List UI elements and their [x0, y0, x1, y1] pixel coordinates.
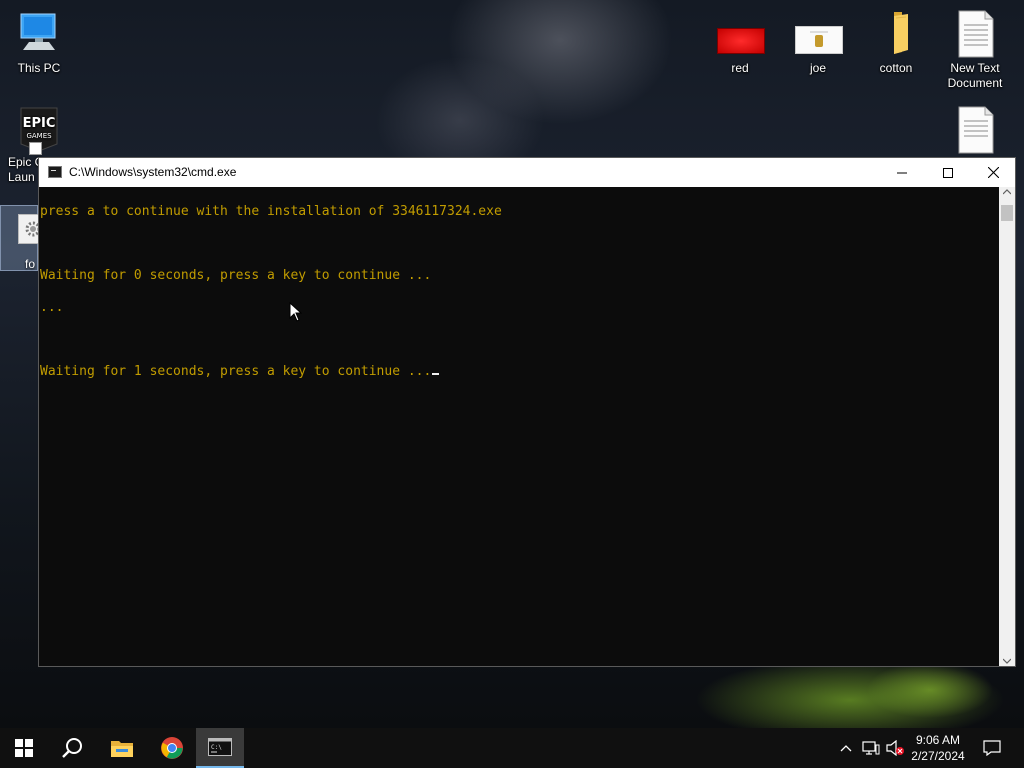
desktop-icon-selected[interactable]: fo [0, 205, 42, 271]
console-line: press a to continue with the installatio… [40, 204, 502, 219]
desktop-icon-label: cotton [879, 61, 913, 75]
scroll-down-icon[interactable] [1003, 658, 1011, 664]
cmd-window[interactable]: C:\Windows\system32\cmd.exe press a to c… [38, 157, 1016, 667]
desktop-icon-text-document-partial[interactable] [938, 106, 1012, 157]
show-hidden-icons-button[interactable] [838, 728, 854, 768]
action-center-button[interactable] [980, 728, 1004, 768]
minimize-button[interactable] [879, 158, 925, 187]
chrome-icon [161, 737, 183, 759]
desktop-icon-label: joe [809, 61, 826, 75]
console-line: ... [40, 300, 64, 315]
console-output[interactable]: press a to continue with the installatio… [39, 187, 1002, 666]
search-icon [62, 738, 82, 758]
chevron-up-icon [840, 745, 852, 752]
svg-text:GAMES: GAMES [26, 132, 52, 140]
desktop-icon-label: red [731, 61, 749, 75]
svg-text:EPIC: EPIC [23, 116, 56, 131]
text-cursor [432, 373, 440, 375]
file-explorer-icon [111, 741, 133, 757]
epic-games-icon: EPIC GAMES [17, 106, 61, 155]
desktop-icon-cotton[interactable]: cotton [859, 10, 933, 76]
search-button[interactable] [48, 728, 96, 768]
volume-status[interactable] [884, 728, 906, 768]
start-button[interactable] [0, 728, 48, 768]
vertical-scrollbar[interactable] [999, 187, 1015, 666]
desktop-icon-red[interactable]: red [703, 10, 777, 76]
chrome-button[interactable] [148, 728, 196, 768]
maximize-button[interactable] [925, 158, 971, 187]
window-title: C:\Windows\system32\cmd.exe [69, 165, 237, 179]
console-line-with-cursor: Waiting for 1 seconds, press a key to co… [40, 364, 1002, 380]
window-titlebar[interactable]: C:\Windows\system32\cmd.exe [39, 158, 1015, 187]
shortcut-arrow-icon [29, 142, 42, 155]
desktop-icon-joe[interactable]: joe [781, 10, 855, 76]
desktop: This PC EPIC GAMES Epic G Laun fo red [0, 0, 1024, 728]
image-file-icon [716, 10, 765, 58]
console-line: Waiting for 1 seconds, press a key to co… [40, 364, 432, 379]
clock-time: 9:06 AM [915, 733, 961, 747]
start-icon [15, 739, 33, 757]
desktop-icon-label: New Text Document [947, 61, 1003, 90]
cmd-taskbar-button[interactable]: C:\ [196, 728, 244, 768]
system-clock[interactable]: 9:06 AM 2/27/2024 [908, 732, 968, 764]
speaker-muted-icon [886, 740, 904, 756]
desktop-icon-label: fo [25, 257, 36, 271]
taskbar: C:\ 9:06 AM 2/27/2024 [0, 728, 1024, 768]
notification-icon [983, 740, 1001, 756]
console-line: Waiting for 0 seconds, press a key to co… [40, 268, 432, 283]
network-status[interactable] [860, 728, 882, 768]
text-document-icon [951, 106, 999, 154]
close-button[interactable] [970, 158, 1016, 187]
computer-icon [15, 10, 63, 58]
scroll-up-icon[interactable] [1003, 189, 1011, 195]
cmd-icon[interactable] [48, 166, 62, 178]
minimize-icon [897, 172, 907, 173]
text-document-icon [951, 10, 999, 58]
desktop-icon-label: This PC [17, 61, 61, 75]
image-file-icon [794, 10, 843, 58]
svg-text:C:\: C:\ [211, 744, 222, 751]
mouse-pointer-icon [289, 302, 303, 322]
clock-date: 2/27/2024 [911, 749, 965, 763]
file-explorer-button[interactable] [98, 728, 146, 768]
folder-icon [872, 10, 920, 58]
maximize-icon [943, 167, 953, 178]
desktop-icon-this-pc[interactable]: This PC [2, 10, 76, 76]
close-icon [987, 167, 999, 178]
scrollbar-thumb[interactable] [1001, 205, 1013, 221]
desktop-icon-new-text-document[interactable]: New Text Document [938, 10, 1012, 91]
network-icon [862, 741, 880, 755]
cmd-icon: C:\ [208, 738, 232, 756]
